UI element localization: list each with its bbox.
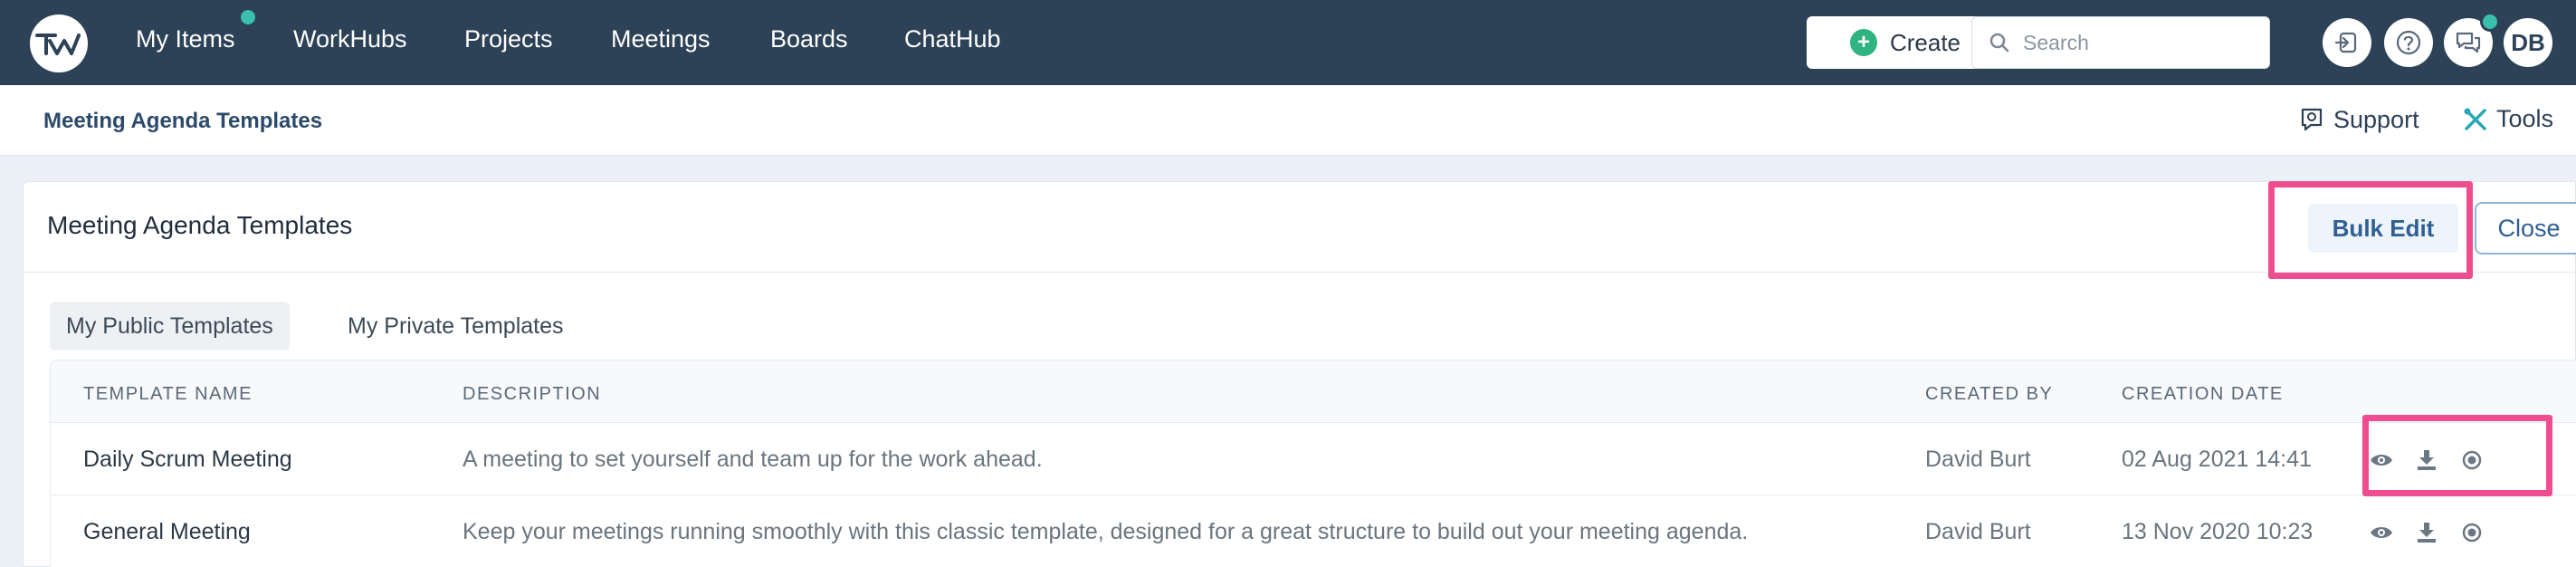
close-button[interactable]: Close (2475, 202, 2576, 255)
support-label: Support (2333, 105, 2419, 133)
support-link[interactable]: Support (2297, 105, 2419, 134)
column-header-created-by: CREATED BY (1925, 384, 2054, 404)
app-logo[interactable] (30, 14, 88, 72)
tab-my-private-templates[interactable]: My Private Templates (331, 302, 580, 351)
nav-meetings[interactable]: Meetings (611, 25, 711, 53)
template-creation-date: 02 Aug 2021 14:41 (2122, 447, 2312, 472)
templates-panel: Meeting Agenda Templates Bulk Edit Close… (23, 181, 2576, 567)
top-navigation-bar: My Items WorkHubs Projects Meetings Boar… (0, 0, 2576, 85)
chat-icon (2456, 32, 2481, 53)
table-row[interactable]: General Meeting Keep your meetings runni… (50, 495, 2576, 567)
table-header: TEMPLATE NAME DESCRIPTION CREATED BY CRE… (50, 360, 2576, 423)
nav-projects[interactable]: Projects (464, 25, 553, 53)
search-input[interactable] (2023, 30, 2240, 55)
my-items-notification-dot (238, 7, 258, 27)
eye-icon[interactable] (2368, 447, 2395, 474)
panel-title: Meeting Agenda Templates (47, 211, 353, 239)
help-button[interactable] (2384, 18, 2433, 67)
tools-icon (2464, 108, 2486, 130)
template-description: A meeting to set yourself and team up fo… (463, 447, 1043, 472)
template-created-by: David Burt (1925, 519, 2031, 544)
sub-header: Meeting Agenda Templates Support Tools (0, 85, 2576, 156)
support-icon (2301, 108, 2323, 131)
plus-icon: + (1849, 29, 1877, 56)
download-icon[interactable] (2413, 447, 2440, 474)
template-name[interactable]: General Meeting (83, 519, 251, 545)
logo-icon (35, 34, 81, 55)
tools-link[interactable]: Tools (2462, 105, 2553, 133)
template-name[interactable]: Daily Scrum Meeting (83, 447, 292, 473)
cancel-icon[interactable] (2458, 447, 2485, 474)
user-avatar[interactable]: DB (2504, 18, 2552, 67)
column-header-creation-date: CREATION DATE (2122, 384, 2284, 404)
search-icon (1989, 33, 2009, 53)
bulk-edit-button[interactable]: Bulk Edit (2308, 204, 2458, 253)
sign-out-icon (2334, 32, 2357, 53)
tools-label: Tools (2496, 105, 2554, 132)
column-header-template-name: TEMPLATE NAME (83, 384, 253, 404)
nav-chathub[interactable]: ChatHub (904, 25, 1001, 53)
create-button-label: Create (1889, 28, 1961, 56)
tab-my-public-templates[interactable]: My Public Templates (50, 302, 290, 351)
messages-notification-dot (2480, 12, 2500, 32)
breadcrumb[interactable]: Meeting Agenda Templates (43, 109, 322, 134)
column-header-description: DESCRIPTION (463, 384, 602, 404)
panel-header: Meeting Agenda Templates Bulk Edit Close (24, 182, 2576, 273)
search-box[interactable] (1971, 16, 2270, 69)
nav-workhubs[interactable]: WorkHubs (293, 25, 407, 53)
nav-my-items[interactable]: My Items (136, 25, 235, 53)
template-created-by: David Burt (1925, 447, 2031, 472)
template-creation-date: 13 Nov 2020 10:23 (2122, 519, 2314, 544)
table-row[interactable]: Daily Scrum Meeting A meeting to set you… (50, 423, 2576, 495)
exit-button[interactable] (2323, 18, 2371, 67)
eye-icon[interactable] (2368, 519, 2395, 546)
download-icon[interactable] (2413, 519, 2440, 546)
template-description: Keep your meetings running smoothly with… (463, 519, 1749, 544)
help-icon (2396, 30, 2421, 55)
nav-boards[interactable]: Boards (770, 25, 848, 53)
cancel-icon[interactable] (2458, 519, 2485, 546)
